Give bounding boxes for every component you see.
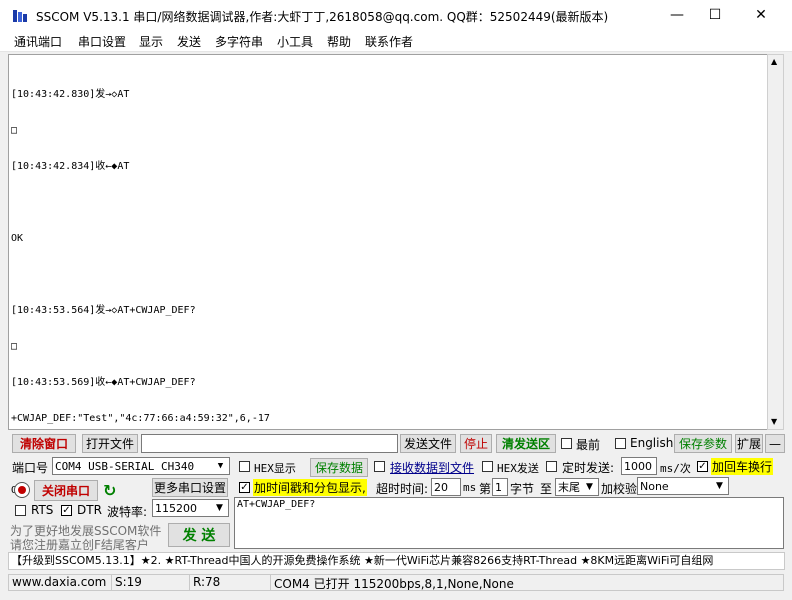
port-value: COM4 USB-SERIAL CH340 xyxy=(55,459,195,473)
menu-comm-port[interactable]: 通讯端口 xyxy=(14,33,62,50)
chevron-down-icon: ▼ xyxy=(582,480,597,494)
port-select[interactable]: COM4 USB-SERIAL CH340 ▼ xyxy=(52,457,230,475)
menu-display[interactable]: 显示 xyxy=(139,33,163,50)
log-line: [10:43:42.830]发→◇AT xyxy=(11,89,130,100)
to-value: 末尾 xyxy=(558,481,580,494)
log-line: OK xyxy=(11,233,24,244)
timestamp-checkbox[interactable]: ✓ xyxy=(239,482,250,493)
add-crlf-checkbox[interactable]: ✓ xyxy=(697,461,708,472)
send-file-button[interactable]: 发送文件 xyxy=(400,434,456,453)
send-button[interactable]: 发 送 xyxy=(168,523,230,547)
status-website[interactable]: www.daxia.com xyxy=(8,574,112,591)
app-icon xyxy=(12,8,28,24)
save-data-button[interactable]: 保存数据 xyxy=(310,458,368,477)
chevron-down-icon: ▼ xyxy=(212,501,227,515)
checksum-value: None xyxy=(640,479,669,493)
menu-help[interactable]: 帮助 xyxy=(327,33,351,50)
rts-checkbox[interactable] xyxy=(15,505,26,516)
status-port-state: COM4 已打开 115200bps,8,1,None,None xyxy=(270,574,784,591)
scroll-up-icon[interactable]: ▲ xyxy=(771,57,777,66)
stop-button[interactable]: 停止 xyxy=(460,434,492,453)
hex-display-checkbox[interactable] xyxy=(239,461,250,472)
hex-send-label: HEX发送 xyxy=(497,462,539,475)
chevron-down-icon: ▼ xyxy=(213,459,228,473)
maximize-button[interactable]: ☐ xyxy=(692,0,738,30)
log-line: [10:43:53.564]发→◇AT+CWJAP_DEF? xyxy=(11,305,196,316)
recv-to-file-checkbox[interactable] xyxy=(374,461,385,472)
log-line: □ xyxy=(11,125,18,136)
clear-send-button[interactable]: 清发送区 xyxy=(496,434,556,453)
menu-multi-string[interactable]: 多字符串 xyxy=(215,33,263,50)
port-status-indicator xyxy=(14,482,30,498)
byte-unit: 字节 xyxy=(510,482,535,496)
scroll-down-icon[interactable]: ▼ xyxy=(771,417,777,426)
baud-select[interactable]: 115200 ▼ xyxy=(152,499,229,517)
promo-line-2: 请您注册嘉立创F结尾客户 xyxy=(10,538,149,552)
status-sent: S:19 xyxy=(111,574,190,591)
timeout-unit: ms xyxy=(463,481,477,494)
more-settings-button[interactable]: 更多串口设置 xyxy=(152,478,228,497)
baud-label: 波特率: xyxy=(107,505,148,519)
hex-send-checkbox[interactable] xyxy=(482,461,493,472)
dtr-checkbox[interactable]: ✓ xyxy=(61,505,72,516)
news-ticker[interactable]: 【升级到SSCOM5.13.1】★2. ★RT-Thread中国人的开源免费操作… xyxy=(8,552,785,570)
to-label: 至 xyxy=(540,482,553,496)
expand-button[interactable]: 扩展 xyxy=(735,434,763,453)
log-line: ​ xyxy=(11,269,270,281)
log-line: [10:43:42.834]收←◆AT xyxy=(11,161,130,172)
menu-tools[interactable]: 小工具 xyxy=(277,33,313,50)
menu-send[interactable]: 发送 xyxy=(177,33,201,50)
menu-contact[interactable]: 联系作者 xyxy=(365,33,413,50)
receive-log[interactable]: [10:43:42.830]发→◇AT □ [10:43:42.834]收←◆A… xyxy=(8,54,776,496)
timed-send-checkbox[interactable] xyxy=(546,461,557,472)
rts-label: RTS xyxy=(31,503,54,517)
to-select[interactable]: 末尾 ▼ xyxy=(555,478,599,496)
timed-send-label: 定时发送: xyxy=(562,461,615,475)
close-port-button[interactable]: 关闭串口 xyxy=(34,480,98,501)
chevron-down-icon: ▼ xyxy=(712,479,727,493)
window-title: SSCOM V5.13.1 串口/网络数据调试器,作者:大虾丁丁,2618058… xyxy=(36,10,609,24)
save-params-button[interactable]: 保存参数 xyxy=(674,434,732,453)
clear-window-button[interactable]: 清除窗口 xyxy=(12,434,76,453)
add-crlf-label: 加回车换行 xyxy=(711,458,774,475)
file-path-input[interactable] xyxy=(141,434,398,453)
hex-display-label: HEX显示 xyxy=(254,462,296,475)
interval-unit: ms/次 xyxy=(660,462,691,475)
port-label: 端口号 xyxy=(12,461,49,475)
recv-to-file-label[interactable]: 接收数据到文件 xyxy=(390,459,474,476)
english-checkbox[interactable] xyxy=(615,438,626,449)
collapse-button[interactable]: — xyxy=(765,434,785,453)
log-scrollbar[interactable]: ▲ ▼ xyxy=(767,54,784,430)
timeout-label: 超时时间: xyxy=(376,482,429,496)
open-file-button[interactable]: 打开文件 xyxy=(82,434,138,453)
interval-input[interactable]: 1000 xyxy=(621,457,657,475)
byte-prefix: 第 xyxy=(479,482,492,496)
status-received: R:78 xyxy=(189,574,271,591)
menu-bar: 通讯端口 串口设置 显示 发送 多字符串 小工具 帮助 联系作者 xyxy=(0,30,792,52)
menu-serial-settings[interactable]: 串口设置 xyxy=(78,33,126,50)
front-most-label: 最前 xyxy=(576,438,601,452)
baud-value: 115200 xyxy=(155,501,197,515)
timestamp-label: 加时间戳和分包显示, xyxy=(253,479,367,496)
dtr-label: DTR xyxy=(77,503,102,517)
log-line: ​ xyxy=(11,197,270,209)
timeout-input[interactable]: 20 xyxy=(431,478,461,496)
log-line: +CWJAP_DEF:"Test","4c:77:66:a4:59:32",6,… xyxy=(11,413,270,424)
refresh-icon[interactable]: ↻ xyxy=(103,481,116,500)
byte-index-input[interactable]: 1 xyxy=(492,478,508,496)
checksum-select[interactable]: None ▼ xyxy=(637,477,729,495)
front-most-checkbox[interactable] xyxy=(561,438,572,449)
title-bar: SSCOM V5.13.1 串口/网络数据调试器,作者:大虾丁丁,2618058… xyxy=(0,0,792,30)
log-line: [10:43:53.569]收←◆AT+CWJAP_DEF? xyxy=(11,377,196,388)
ticker-text: 【升级到SSCOM5.13.1】★2. ★RT-Thread中国人的开源免费操作… xyxy=(11,554,714,567)
checksum-label: 加校验 xyxy=(601,482,638,496)
english-label: English xyxy=(630,436,674,450)
close-button[interactable]: ✕ xyxy=(738,0,784,30)
log-line: □ xyxy=(11,341,18,352)
send-input[interactable]: AT+CWJAP_DEF? xyxy=(234,497,784,549)
